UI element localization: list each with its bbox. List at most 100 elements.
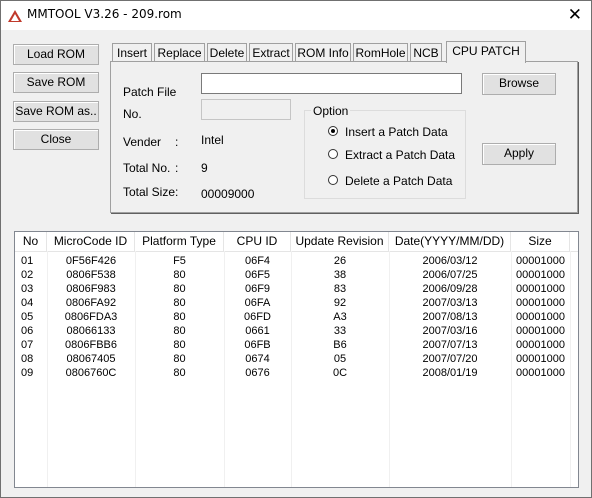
- cell-microcode-id: 0806F538: [66, 269, 116, 281]
- cell-date: 2008/01/19: [422, 367, 478, 379]
- title-bar: MMTOOL V3.26 - 209.rom ✕: [1, 1, 591, 30]
- save-rom-as-button[interactable]: Save ROM as..: [13, 101, 99, 122]
- cell-platform-type: 80: [173, 297, 186, 309]
- cell-cpu-id: 06F9: [244, 283, 271, 295]
- table-row[interactable]: 07 0806FBB6 80 06FB B6 2007/07/13 00001000: [15, 338, 578, 352]
- col-header-no[interactable]: No: [15, 232, 47, 251]
- table-row[interactable]: 09 0806760C 80 0676 0C 2008/01/19 00001000: [15, 366, 578, 380]
- load-rom-button[interactable]: Load ROM: [13, 44, 99, 65]
- total-size-label: Total Size: [123, 185, 176, 199]
- col-header-microcode-id[interactable]: MicroCode ID: [47, 232, 135, 251]
- cell-no: 06: [21, 325, 34, 337]
- save-rom-button[interactable]: Save ROM: [13, 72, 99, 93]
- cell-date: 2007/03/16: [422, 325, 478, 337]
- cell-no: 02: [21, 269, 34, 281]
- cell-microcode-id: 0806760C: [65, 367, 117, 379]
- col-header-cpu-id[interactable]: CPU ID: [224, 232, 291, 251]
- cell-cpu-id: 0676: [245, 367, 270, 379]
- extract-patch-radio[interactable]: [328, 149, 338, 159]
- cell-size: 00001000: [516, 339, 565, 351]
- cell-no: 09: [21, 367, 34, 379]
- microcode-table[interactable]: No MicroCode ID Platform Type CPU ID Upd…: [14, 231, 579, 488]
- patch-file-input[interactable]: [201, 73, 462, 94]
- cell-platform-type: 80: [173, 269, 186, 281]
- cell-update-revision: 38: [333, 269, 347, 281]
- cell-microcode-id: 0806FDA3: [64, 311, 118, 323]
- vender-colon: :: [175, 135, 179, 149]
- cell-no: 07: [21, 339, 34, 351]
- vender-value: Intel: [201, 133, 224, 147]
- cell-microcode-id: 08066133: [66, 325, 116, 337]
- close-window-icon[interactable]: ✕: [568, 5, 582, 25]
- table-row[interactable]: 04 0806FA92 80 06FA 92 2007/03/13 00001000: [15, 296, 578, 310]
- cell-date: 2007/07/13: [422, 339, 478, 351]
- tab-extract[interactable]: Extract: [249, 43, 293, 62]
- vender-label: Vender: [123, 135, 162, 149]
- cell-cpu-id: 06FB: [244, 339, 271, 351]
- cell-platform-type: F5: [173, 255, 186, 267]
- tab-romhole[interactable]: RomHole: [353, 43, 408, 62]
- cell-update-revision: A3: [333, 311, 347, 323]
- tab-cpu-patch[interactable]: CPU PATCH: [446, 41, 526, 63]
- cell-update-revision: 92: [333, 297, 347, 309]
- cell-microcode-id: 0806F983: [66, 283, 116, 295]
- cell-platform-type: 80: [173, 325, 186, 337]
- table-row[interactable]: 02 0806F538 80 06F5 38 2006/07/25 00001000: [15, 268, 578, 282]
- table-row[interactable]: 08 08067405 80 0674 05 2007/07/20 00001000: [15, 352, 578, 366]
- table-row[interactable]: 05 0806FDA3 80 06FD A3 2007/08/13 00001000: [15, 310, 578, 324]
- cell-update-revision: 26: [333, 255, 347, 267]
- apply-button[interactable]: Apply: [482, 143, 556, 165]
- insert-patch-radio[interactable]: [328, 126, 338, 136]
- mmtool-window: MMTOOL V3.26 - 209.rom ✕ Load ROM Save R…: [0, 0, 592, 498]
- cell-microcode-id: 08067405: [66, 353, 116, 365]
- browse-button[interactable]: Browse: [482, 73, 556, 95]
- close-button[interactable]: Close: [13, 129, 99, 150]
- insert-patch-label[interactable]: Insert a Patch Data: [345, 125, 448, 139]
- cell-cpu-id: 0674: [245, 353, 270, 365]
- tab-insert[interactable]: Insert: [112, 43, 152, 62]
- cell-size: 00001000: [516, 325, 565, 337]
- table-row[interactable]: 01 0F56F426 F5 06F4 26 2006/03/12 00001000: [15, 254, 578, 268]
- no-field: [201, 99, 291, 120]
- cell-cpu-id: 06FA: [244, 297, 271, 309]
- cell-date: 2007/03/13: [422, 297, 478, 309]
- cell-size: 00001000: [516, 283, 565, 295]
- delete-patch-radio[interactable]: [328, 175, 338, 185]
- delete-patch-label[interactable]: Delete a Patch Data: [345, 174, 452, 188]
- option-group-title: Option: [311, 104, 351, 118]
- cell-platform-type: 80: [173, 339, 186, 351]
- cell-microcode-id: 0806FBB6: [65, 339, 117, 351]
- cell-size: 00001000: [516, 353, 565, 365]
- cell-cpu-id: 06FD: [244, 311, 271, 323]
- cell-size: 00001000: [516, 311, 565, 323]
- tab-ncb[interactable]: NCB: [410, 43, 442, 62]
- cell-platform-type: 80: [173, 367, 186, 379]
- cell-no: 08: [21, 353, 34, 365]
- col-header-update-revision[interactable]: Update Revision: [291, 232, 389, 251]
- cell-platform-type: 80: [173, 311, 186, 323]
- cell-update-revision: 33: [333, 325, 347, 337]
- cell-update-revision: 0C: [332, 367, 348, 379]
- col-header-size[interactable]: Size: [511, 232, 570, 251]
- table-row[interactable]: 03 0806F983 80 06F9 83 2006/09/28 00001000: [15, 282, 578, 296]
- cell-date: 2006/07/25: [422, 269, 478, 281]
- tab-delete[interactable]: Delete: [207, 43, 247, 62]
- cell-update-revision: B6: [333, 339, 347, 351]
- cell-platform-type: 80: [173, 283, 186, 295]
- col-header-platform-type[interactable]: Platform Type: [135, 232, 224, 251]
- table-header: No MicroCode ID Platform Type CPU ID Upd…: [15, 232, 578, 252]
- extract-patch-label[interactable]: Extract a Patch Data: [345, 148, 455, 162]
- tab-rom-info[interactable]: ROM Info: [295, 43, 351, 62]
- total-no-colon: :: [175, 161, 179, 175]
- cell-platform-type: 80: [173, 353, 186, 365]
- col-header-date[interactable]: Date(YYYY/MM/DD): [389, 232, 511, 251]
- table-row[interactable]: 06 08066133 80 0661 33 2007/03/16 00001000: [15, 324, 578, 338]
- cell-no: 05: [21, 311, 34, 323]
- cell-cpu-id: 06F5: [244, 269, 271, 281]
- cell-size: 00001000: [516, 255, 565, 267]
- tab-replace[interactable]: Replace: [154, 43, 205, 62]
- cell-date: 2006/03/12: [422, 255, 478, 267]
- app-icon: [8, 10, 22, 22]
- cell-no: 03: [21, 283, 34, 295]
- total-no-value: 9: [201, 161, 208, 175]
